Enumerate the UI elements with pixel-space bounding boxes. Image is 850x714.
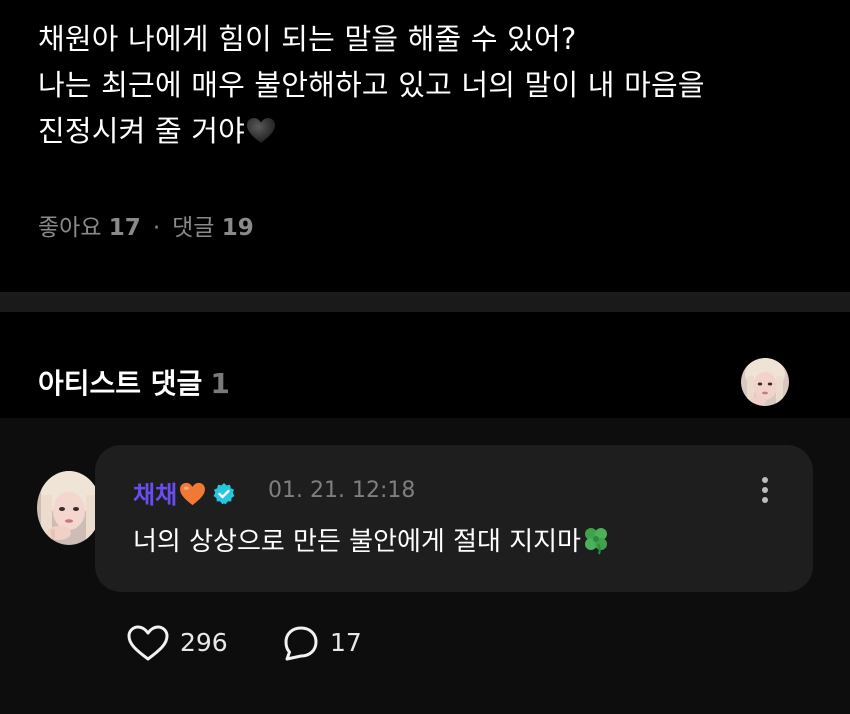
post-meta: 좋아요 17 · 댓글 19 xyxy=(38,208,254,242)
section-title: 아티스트 댓글 1 xyxy=(38,362,230,402)
post-body: 채원아 나에게 힘이 되는 말을 해줄 수 있어? 나는 최근에 매우 불안해하… xyxy=(38,16,828,154)
speech-bubble-icon xyxy=(282,624,320,666)
more-vertical-icon xyxy=(751,477,779,513)
post: 채원아 나에게 힘이 되는 말을 해줄 수 있어? 나는 최근에 매우 불안해하… xyxy=(0,0,850,292)
post-line-2: 나는 최근에 매우 불안해하고 있고 너의 말이 내 마음을 xyxy=(38,68,705,102)
four-leaf-clover-icon xyxy=(581,525,611,555)
comment-list: 채채 01. 21. 12:18 너의 상상으로 만든 불안에게 절대 지지마 … xyxy=(0,418,850,714)
comment-text: 너의 상상으로 만든 불안에게 절대 지지마 xyxy=(133,521,611,558)
artist-comments-header: 아티스트 댓글 1 xyxy=(0,312,850,418)
author-name[interactable]: 채채 xyxy=(133,481,177,509)
comment-text-body: 너의 상상으로 만든 불안에게 절대 지지마 xyxy=(133,527,581,557)
likes-count: 17 xyxy=(108,215,141,241)
meta-separator: · xyxy=(152,215,161,241)
like-count: 296 xyxy=(180,628,228,657)
section-count: 1 xyxy=(210,367,230,400)
post-line-3: 진정시켜 줄 거야 xyxy=(38,108,828,154)
comments-label[interactable]: 댓글 xyxy=(172,215,214,241)
more-options-button[interactable] xyxy=(751,473,779,509)
post-line-1: 채원아 나에게 힘이 되는 말을 해줄 수 있어? xyxy=(38,22,577,56)
artist-avatar-small[interactable] xyxy=(741,358,789,406)
black-heart-icon xyxy=(246,111,276,143)
comments-count[interactable]: 19 xyxy=(222,215,254,241)
artist-avatar[interactable] xyxy=(37,471,101,545)
heart-outline-icon xyxy=(126,624,170,666)
comment-bubble: 채채 01. 21. 12:18 너의 상상으로 만든 불안에게 절대 지지마 xyxy=(95,445,813,592)
section-divider xyxy=(0,292,850,312)
verified-badge-icon xyxy=(212,482,236,506)
reply-count: 17 xyxy=(330,628,362,657)
post-line-3-text: 진정시켜 줄 거야 xyxy=(38,114,245,148)
comment-timestamp: 01. 21. 12:18 xyxy=(268,478,416,503)
likes-label: 좋아요 xyxy=(38,215,102,241)
section-title-text: 아티스트 댓글 xyxy=(38,367,203,400)
reply-button[interactable]: 17 xyxy=(282,622,402,664)
comment-author[interactable]: 채채 xyxy=(133,475,236,510)
like-button[interactable]: 296 xyxy=(126,622,246,664)
orange-heart-icon xyxy=(179,482,206,506)
